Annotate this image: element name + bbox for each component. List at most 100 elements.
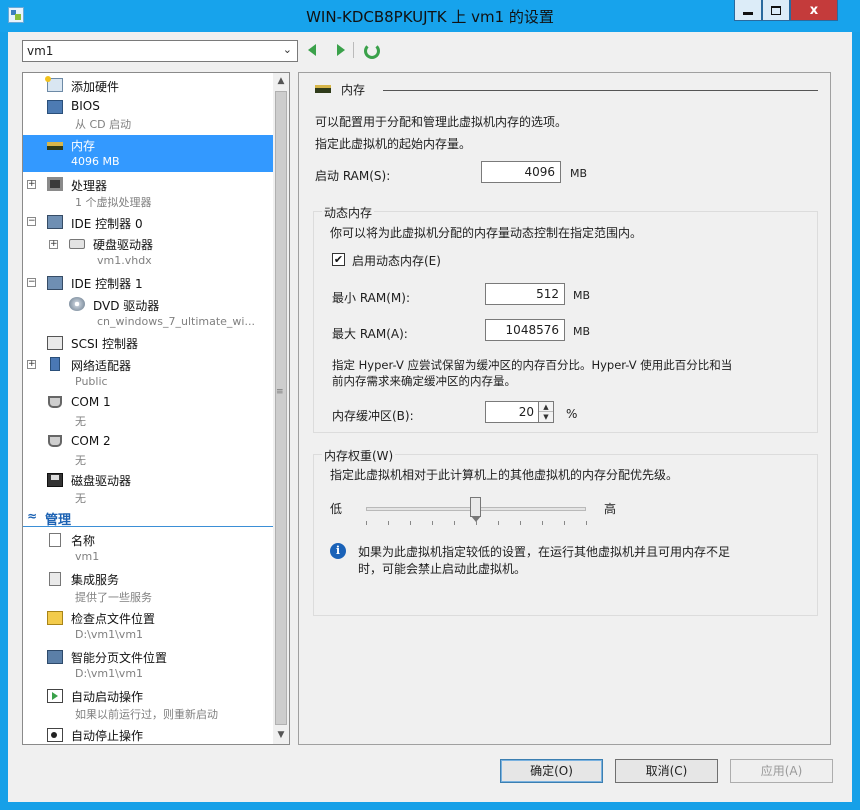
- minimize-button[interactable]: [734, 0, 762, 21]
- spin-up-icon[interactable]: ▲: [539, 402, 553, 412]
- tree-item-add-hardware[interactable]: 添加硬件: [23, 75, 274, 95]
- tree-item-smart-paging-location[interactable]: 智能分页文件位置 D:\vm1\vm1: [23, 647, 274, 684]
- tree-item-checkpoint-location[interactable]: 检查点文件位置 D:\vm1\vm1: [23, 608, 274, 645]
- vm-select-value: vm1: [27, 44, 54, 58]
- management-header-label: 管理: [45, 513, 72, 528]
- enable-dynamic-memory-label[interactable]: 启用动态内存(E): [352, 252, 441, 269]
- weight-high-label: 高: [604, 502, 617, 516]
- memory-weight-group: 内存权重(W) 指定此虚拟机相对于此计算机上的其他虚拟机的内存分配优先级。 低 …: [313, 447, 818, 616]
- tree-item-sub: 提供了一些服务: [75, 591, 152, 604]
- slider-tick: [586, 521, 587, 525]
- tree-item-sub: D:\vm1\vm1: [75, 628, 144, 641]
- dvd-icon: [69, 297, 85, 311]
- tree-item-sub: 4096 MB: [71, 155, 120, 168]
- tree-item-sub: 1 个虚拟处理器: [75, 196, 152, 209]
- tree-scrollbar[interactable]: ▲ ≡ ▼: [273, 72, 290, 745]
- settings-tree[interactable]: 添加硬件 BIOS 从 CD 启动 内存 4096 MB + 处理器 1 个虚拟…: [22, 72, 288, 745]
- tree-item-label: IDE 控制器 0: [71, 217, 143, 231]
- tree-item-com1[interactable]: COM 1 无: [23, 393, 274, 430]
- collapse-icon[interactable]: −: [27, 278, 36, 287]
- memory-buffer-spinner[interactable]: ▲ ▼: [538, 401, 554, 423]
- memory-icon: [47, 142, 63, 150]
- info-icon: i: [330, 543, 346, 559]
- ok-button[interactable]: 确定(O): [500, 759, 603, 783]
- startup-ram-label: 启动 RAM(S):: [315, 169, 391, 183]
- maximize-icon: [771, 5, 781, 15]
- tree-item-dvd-drive[interactable]: DVD 驱动器 cn_windows_7_ultimate_wi...: [23, 295, 274, 332]
- memory-buffer-input[interactable]: 20: [485, 401, 540, 423]
- dynamic-memory-group: 动态内存 你可以将为此虚拟机分配的内存量动态控制在指定范围内。 ✔ 启用动态内存…: [313, 204, 818, 433]
- tree-item-ide-1[interactable]: − IDE 控制器 1: [23, 273, 274, 293]
- slider-tick: [388, 521, 389, 525]
- tree-item-integration-services[interactable]: 集成服务 提供了一些服务: [23, 569, 274, 606]
- minimize-icon: [743, 11, 753, 15]
- max-ram-label: 最大 RAM(A):: [332, 327, 408, 341]
- refresh-icon[interactable]: [363, 42, 380, 59]
- tree-item-network-adapter[interactable]: + 网络适配器 Public: [23, 355, 274, 391]
- spin-down-icon[interactable]: ▼: [539, 412, 553, 422]
- startup-description: 指定此虚拟机的起始内存量。: [315, 137, 472, 151]
- close-button[interactable]: x: [790, 0, 838, 21]
- tree-item-label: 名称: [71, 534, 96, 548]
- tree-item-com2[interactable]: COM 2 无: [23, 432, 274, 469]
- memory-buffer-label: 内存缓冲区(B):: [332, 409, 414, 423]
- tree-item-name[interactable]: 名称 vm1: [23, 530, 274, 567]
- title-bar[interactable]: WIN-KDCB8PKUJTK 上 vm1 的设置 x: [0, 0, 860, 32]
- expand-icon[interactable]: +: [27, 180, 36, 189]
- com-port-icon: [48, 435, 62, 447]
- cancel-button[interactable]: 取消(C): [615, 759, 718, 783]
- tree-item-diskette-drive[interactable]: 磁盘驱动器 无: [23, 470, 274, 507]
- collapse-icon[interactable]: −: [27, 217, 36, 226]
- tree-item-sub: vm1.vhdx: [97, 254, 152, 267]
- slider-tick: [498, 521, 499, 525]
- tree-item-label: 自动停止操作: [71, 729, 144, 743]
- tree-item-memory[interactable]: 内存 4096 MB: [23, 135, 274, 172]
- tree-item-scsi[interactable]: SCSI 控制器: [23, 333, 274, 353]
- buffer-description-line2: 前内存需求来确定缓冲区的内存量。: [332, 374, 516, 388]
- checkpoint-folder-icon: [47, 611, 63, 625]
- tree-item-label: 网络适配器: [71, 359, 132, 373]
- bios-icon: [47, 100, 63, 114]
- memory-settings-panel: 内存 可以配置用于分配和管理此虚拟机内存的选项。 指定此虚拟机的起始内存量。 启…: [298, 72, 831, 745]
- scrollbar-thumb[interactable]: [275, 91, 287, 725]
- collapse-chevron-icon[interactable]: ≈: [27, 509, 37, 523]
- slider-tick: [432, 521, 433, 525]
- vm-select[interactable]: vm1 ⌄: [22, 40, 298, 62]
- tree-item-label: 内存: [71, 139, 96, 153]
- startup-ram-input[interactable]: 4096: [481, 161, 561, 183]
- section-divider: [383, 90, 818, 91]
- tree-item-sub: 无: [75, 492, 86, 505]
- maximize-button[interactable]: [762, 0, 790, 21]
- tree-item-auto-stop[interactable]: 自动停止操作: [23, 725, 274, 744]
- scroll-down-icon[interactable]: ▼: [273, 727, 289, 744]
- client-area: vm1 ⌄ 添加硬件 BIOS 从 CD 启动 内存 4096 MB + 处理器…: [8, 32, 852, 802]
- chevron-down-icon[interactable]: ⌄: [283, 43, 292, 56]
- tree-item-bios[interactable]: BIOS 从 CD 启动: [23, 97, 274, 133]
- memory-icon: [315, 85, 331, 93]
- memory-weight-description: 指定此虚拟机相对于此计算机上的其他虚拟机的内存分配优先级。: [330, 468, 679, 482]
- tree-item-label: IDE 控制器 1: [71, 277, 143, 291]
- slider-tick: [454, 521, 455, 525]
- apply-button[interactable]: 应用(A): [730, 759, 833, 783]
- forward-arrow-icon[interactable]: [333, 42, 349, 58]
- min-ram-input[interactable]: 512: [485, 283, 565, 305]
- expand-icon[interactable]: +: [27, 360, 36, 369]
- slider-tick: [564, 521, 565, 525]
- dynamic-memory-description: 你可以将为此虚拟机分配的内存量动态控制在指定范围内。: [330, 226, 643, 240]
- expand-icon[interactable]: +: [49, 240, 58, 249]
- management-section-header[interactable]: ≈ 管理: [23, 508, 274, 528]
- tree-item-hard-drive[interactable]: + 硬盘驱动器 vm1.vhdx: [23, 234, 274, 271]
- tree-item-sub: D:\vm1\vm1: [75, 667, 144, 680]
- tree-item-auto-start[interactable]: 自动启动操作 如果以前运行过，则重新启动: [23, 686, 274, 723]
- toolbar-separator: [353, 42, 354, 58]
- tree-item-ide-0[interactable]: − IDE 控制器 0: [23, 212, 274, 232]
- scroll-up-icon[interactable]: ▲: [273, 73, 289, 90]
- back-arrow-icon[interactable]: [305, 42, 321, 58]
- max-ram-input[interactable]: 1048576: [485, 319, 565, 341]
- name-icon: [49, 533, 61, 547]
- auto-start-icon: [47, 689, 63, 703]
- tree-item-processor[interactable]: + 处理器 1 个虚拟处理器: [23, 174, 274, 210]
- enable-dynamic-memory-checkbox[interactable]: ✔: [332, 253, 345, 266]
- tree-item-sub: vm1: [75, 550, 100, 563]
- memory-weight-slider-thumb[interactable]: [470, 497, 481, 522]
